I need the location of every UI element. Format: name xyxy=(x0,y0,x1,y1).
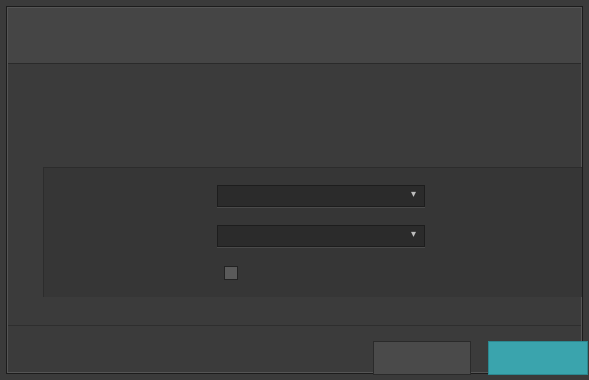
footer-divider xyxy=(8,325,581,326)
ok-button[interactable] xyxy=(488,341,588,375)
dialog-titlebar xyxy=(8,8,581,64)
checkbox[interactable] xyxy=(224,266,238,280)
field-select-2[interactable]: ▾ xyxy=(217,225,425,247)
chevron-down-icon: ▾ xyxy=(410,189,416,200)
chevron-down-icon: ▾ xyxy=(410,229,416,240)
field-select-1[interactable]: ▾ xyxy=(217,185,425,207)
dialog-window: ▾ ▾ xyxy=(6,6,588,375)
cancel-button[interactable] xyxy=(373,341,471,375)
